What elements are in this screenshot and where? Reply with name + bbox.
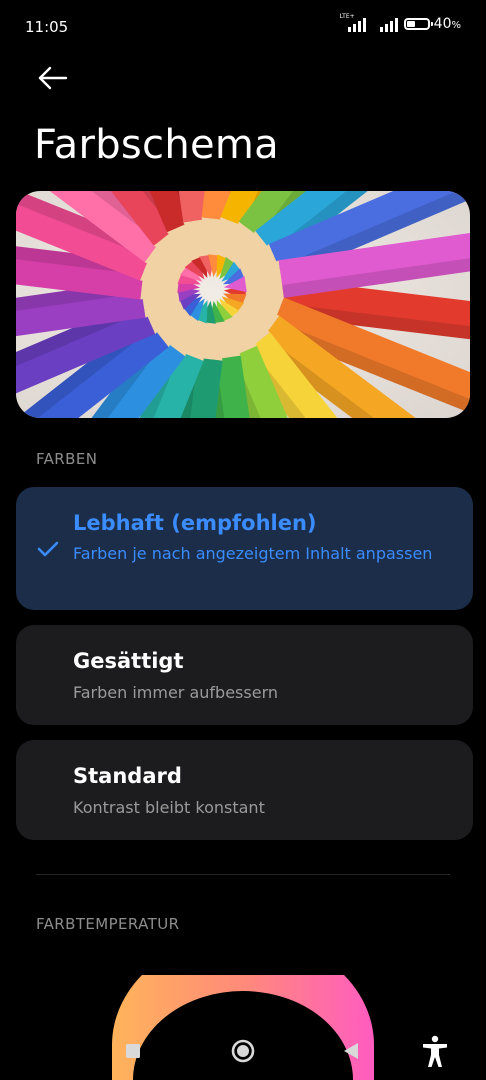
section-label-colors: FARBEN xyxy=(36,450,98,468)
home-button[interactable] xyxy=(225,1033,261,1069)
status-bar: 11:05 LTE+ 40% xyxy=(0,0,486,56)
option-saturated[interactable]: Gesättigt Farben immer aufbessern xyxy=(16,625,473,725)
square-icon xyxy=(126,1044,140,1058)
option-title: Lebhaft (empfohlen) xyxy=(73,511,317,535)
battery-icon xyxy=(403,18,433,30)
page-title: Farbschema xyxy=(34,122,279,168)
option-description: Farben immer aufbessern xyxy=(73,683,278,702)
battery-percent: 40 xyxy=(433,16,452,32)
accessibility-button[interactable] xyxy=(416,1032,454,1070)
triangle-back-icon xyxy=(344,1043,358,1059)
option-description: Kontrast bleibt konstant xyxy=(73,798,265,817)
option-title: Gesättigt xyxy=(73,649,184,673)
status-time: 11:05 xyxy=(25,18,69,36)
divider xyxy=(36,874,450,875)
arrow-left-icon xyxy=(38,66,68,90)
navigation-bar xyxy=(0,1020,486,1080)
colored-pencils-image xyxy=(16,191,470,418)
circle-icon xyxy=(231,1039,255,1063)
battery-indicator: 40% xyxy=(403,16,461,32)
option-vivid[interactable]: Lebhaft (empfohlen) Farben je nach angez… xyxy=(16,487,473,610)
section-label-temperature: FARBTEMPERATUR xyxy=(36,915,180,933)
check-icon xyxy=(37,541,59,557)
signal-icon xyxy=(372,16,398,32)
accessibility-icon xyxy=(423,1035,447,1067)
signal-lte-icon: LTE+ xyxy=(340,13,366,32)
back-button[interactable] xyxy=(30,58,74,98)
option-description: Farben je nach angezeigtem Inhalt anpass… xyxy=(73,544,433,563)
option-title: Standard xyxy=(73,764,182,788)
battery-suffix: % xyxy=(451,20,461,31)
recents-button[interactable] xyxy=(116,1034,150,1068)
option-standard[interactable]: Standard Kontrast bleibt konstant xyxy=(16,740,473,840)
nav-back-button[interactable] xyxy=(334,1034,368,1068)
status-indicators: LTE+ 40% xyxy=(340,13,461,32)
